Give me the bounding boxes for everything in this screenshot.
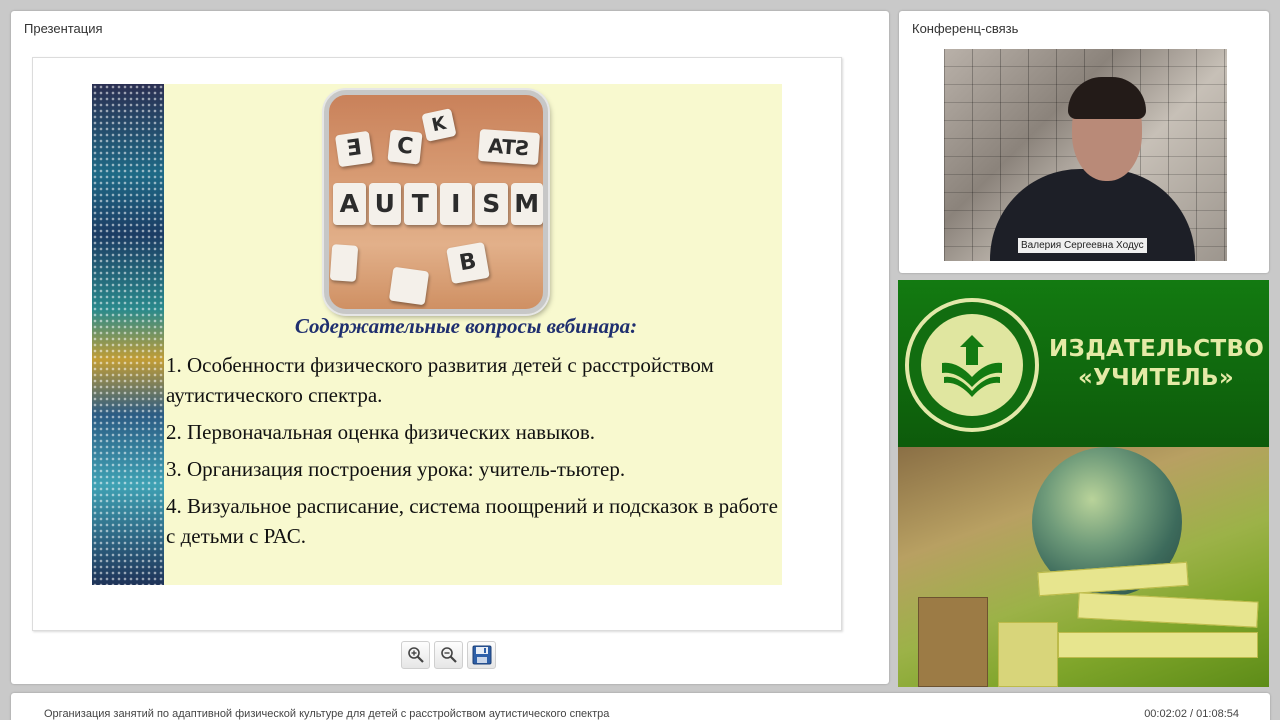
save-button[interactable] [467,641,496,669]
publisher-name-line: «УЧИТЕЛЬ» [1077,365,1235,391]
list-item: 3. Организация построения урока: учитель… [166,457,626,481]
zoom-in-button[interactable] [401,641,430,669]
zoom-out-button[interactable] [434,641,463,669]
autism-dice-image: Ǝ C K ATƧ A U T I S M B [324,90,548,314]
publisher-name-line: ИЗДАТЕЛЬСТВО [1049,336,1265,362]
dice-tile: C [387,129,423,165]
zoom-in-icon [407,647,424,663]
speaker-video: Валерия Сергеевна Ходус [944,49,1227,261]
book-shape [1077,592,1259,628]
dice-tile [329,244,359,282]
letter-tile: U [368,183,401,225]
list-item: 4. Визуальное расписание, система поощре… [166,494,778,548]
slide-topic-list: 1. Особенности физического развития дете… [166,350,778,558]
letter-tile: S [475,183,508,225]
list-item: 1. Особенности физического развития дете… [166,353,714,407]
letter-tile: M [510,183,543,225]
conference-panel-title: Конференц-связь [912,21,1019,36]
book-shape [998,622,1058,687]
speaker-name-label: Валерия Сергеевна Ходус [1018,238,1147,253]
slide-viewport: Ǝ C K ATƧ A U T I S M B Содержательные в… [32,57,842,631]
zoom-out-icon [440,647,457,663]
footer-bar: Организация занятий по адаптивной физиче… [11,693,1270,720]
conference-panel: Конференц-связь Валерия Сергеевна Ходус [899,11,1269,273]
presentation-panel-title: Презентация [24,21,103,36]
publisher-name: ИЗДАТЕЛЬСТВО «УЧИТЕЛЬ» [1049,335,1265,393]
slide-decorative-stripe [92,84,164,585]
floppy-disk-icon [472,645,491,665]
letter-tile: I [439,183,472,225]
letter-tile: T [404,183,437,225]
presentation-toolbar [401,641,496,669]
books-globe-image [898,447,1269,687]
dice-tile: K [421,108,457,142]
presentation-panel: Презентация Ǝ C K ATƧ A U T I S M B Соде… [11,11,889,684]
dice-tile [388,266,430,306]
slide: Ǝ C K ATƧ A U T I S M B Содержательные в… [92,84,782,585]
dice-tile: Ǝ [334,130,374,168]
book-emblem-icon [921,314,1023,416]
slide-heading: Содержательные вопросы вебинара: [294,314,638,338]
dice-tile: B [446,241,490,285]
speaker-hair [1068,77,1146,119]
book-shape [1058,632,1258,658]
publisher-header: ИЗДАТЕЛЬСТВО «УЧИТЕЛЬ» [898,280,1269,447]
list-item: 2. Первоначальная оценка физических навы… [166,420,596,444]
publisher-logo [905,298,1039,432]
letter-tile: A [333,183,366,225]
dice-tile: ATƧ [477,128,541,166]
autism-word: A U T I S M [333,183,543,225]
publisher-banner: ИЗДАТЕЛЬСТВО «УЧИТЕЛЬ» [898,280,1269,687]
playback-time: 00:02:02 / 01:08:54 [1144,708,1239,720]
webinar-title: Организация занятий по адаптивной физиче… [44,708,610,720]
book-shape [918,597,988,687]
